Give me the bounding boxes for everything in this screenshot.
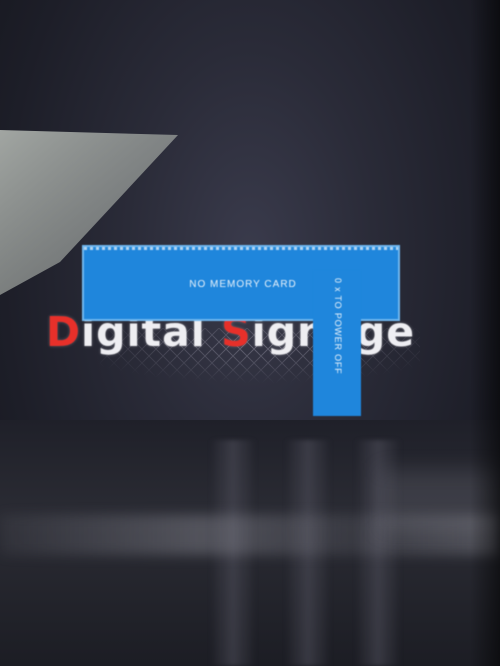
osd-side-hint: 0 x TO POWER OFF — [333, 278, 343, 375]
signage-display-screen: Digital Signage NO MEMORY CARD 0 x TO PO… — [0, 0, 500, 666]
vignette — [470, 0, 500, 666]
logo-letter: D — [46, 308, 82, 356]
osd-side-tab: 0 x TO POWER OFF — [313, 270, 361, 416]
